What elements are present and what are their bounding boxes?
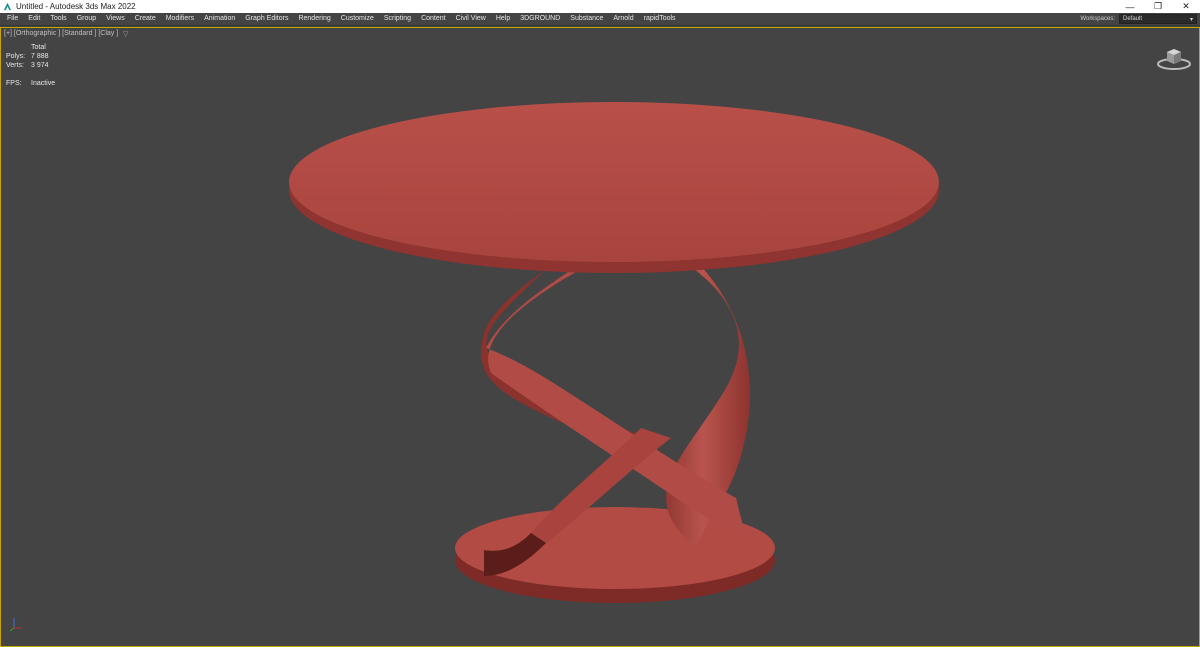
menu-modifiers[interactable]: Modifiers — [161, 13, 199, 25]
close-icon: ✕ — [1182, 1, 1190, 11]
menu-animation[interactable]: Animation — [199, 13, 240, 25]
workspaces-value: Default — [1123, 16, 1143, 22]
menu-views[interactable]: Views — [101, 13, 130, 25]
minimize-icon: — — [1125, 1, 1135, 12]
maximize-button[interactable]: ❐ — [1144, 0, 1172, 13]
fps-label: FPS: — [6, 80, 22, 87]
axis-tripod-icon — [9, 618, 22, 632]
twisted-leg-front — [486, 248, 746, 538]
viewport-label[interactable]: [+] [Orthographic ] [Standard ] [Clay ] — [4, 30, 118, 37]
table-top-surface — [289, 102, 939, 262]
app-icon — [3, 2, 12, 11]
polys-value: 7 888 — [31, 53, 49, 60]
twisted-leg-back-inner — [481, 248, 655, 458]
menu-rapidtools[interactable]: rapidTools — [639, 13, 681, 25]
menu-edit[interactable]: Edit — [23, 13, 45, 25]
menu-create[interactable]: Create — [130, 13, 161, 25]
minimize-button[interactable]: — — [1116, 0, 1144, 13]
scene-render[interactable] — [1, 28, 1199, 646]
viewport-statistics: Total Polys: 7 888 Verts: 3 974 FPS: Inacti… — [6, 43, 55, 88]
menu-content[interactable]: Content — [416, 13, 451, 25]
maximize-icon: ❐ — [1153, 1, 1163, 11]
menu-arnold[interactable]: Arnold — [608, 13, 638, 25]
menu-3dground[interactable]: 3DGROUND — [515, 13, 565, 25]
menu-graph-editors[interactable]: Graph Editors — [240, 13, 293, 25]
menu-substance[interactable]: Substance — [565, 13, 608, 25]
verts-value: 3 974 — [31, 62, 49, 69]
menu-bar: File Edit Tools Group Views Create Modif… — [0, 13, 1200, 26]
workspaces-dropdown[interactable]: Default ▾ — [1119, 14, 1197, 24]
viewcube-icon[interactable] — [1156, 44, 1192, 72]
menu-file[interactable]: File — [2, 13, 23, 25]
close-button[interactable]: ✕ — [1172, 0, 1200, 13]
verts-label: Verts: — [6, 62, 24, 69]
menu-customize[interactable]: Customize — [336, 13, 379, 25]
title-bar: Untitled - Autodesk 3ds Max 2022 — ❐ ✕ — [0, 0, 1200, 13]
polys-label: Polys: — [6, 53, 26, 60]
menu-tools[interactable]: Tools — [45, 13, 71, 25]
menu-scripting[interactable]: Scripting — [379, 13, 416, 25]
menu-civil-view[interactable]: Civil View — [451, 13, 491, 25]
menu-items: File Edit Tools Group Views Create Modif… — [0, 13, 1080, 25]
menu-help[interactable]: Help — [491, 13, 515, 25]
window-title: Untitled - Autodesk 3ds Max 2022 — [16, 2, 136, 11]
fps-value: Inactive — [31, 80, 56, 87]
stats-header: Total — [31, 44, 46, 51]
workspaces-label: Workspaces: — [1080, 16, 1115, 22]
menu-rendering[interactable]: Rendering — [293, 13, 335, 25]
menu-group[interactable]: Group — [72, 13, 101, 25]
chevron-down-icon: ▾ — [1189, 16, 1193, 23]
perspective-viewport[interactable]: [+] [Orthographic ] [Standard ] [Clay ] … — [0, 27, 1200, 647]
filter-icon[interactable]: ▽ — [123, 30, 128, 38]
